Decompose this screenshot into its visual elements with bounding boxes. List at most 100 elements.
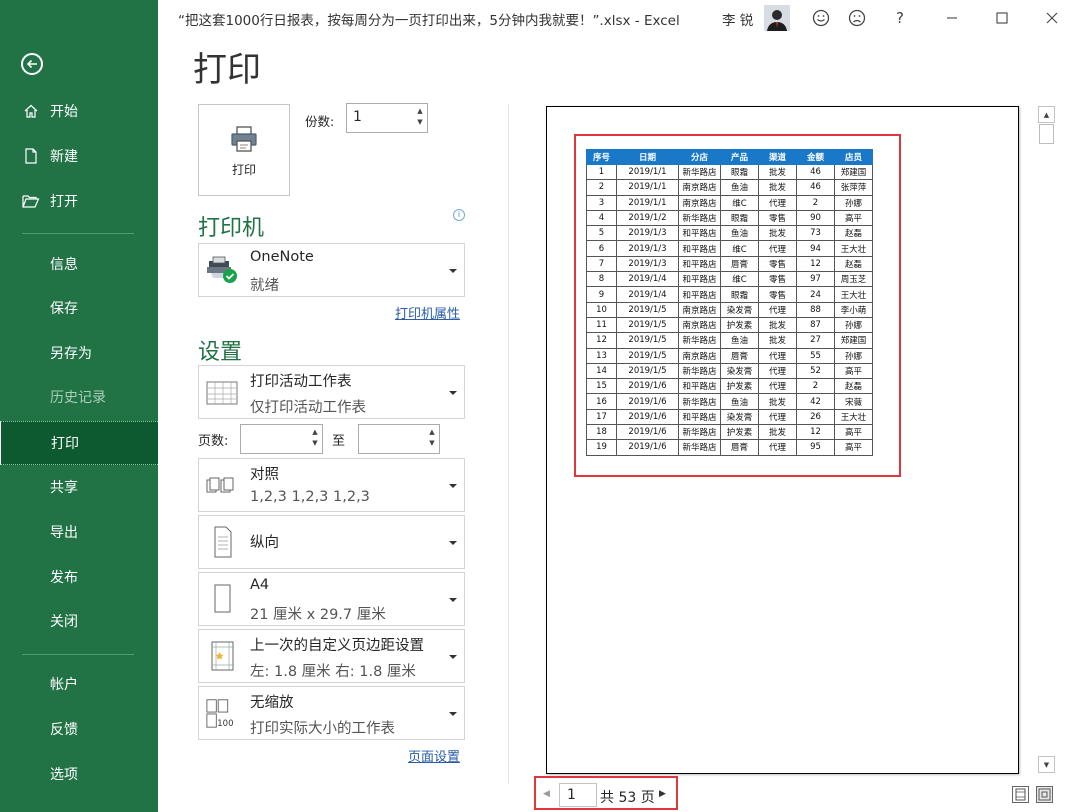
table-cell: 代理 [758,347,797,364]
total-pages-label: 共 53 页 [600,790,655,806]
table-cell: 52 [796,362,835,380]
pages-to-input[interactable]: ▲ ▼ [358,424,440,454]
paper-size-subtitle: 21 厘米 x 29.7 厘米 [250,607,386,623]
table-cell: 2019/1/3 [616,255,679,273]
table-row: 6 2019/1/3 和平路店 维C 代理 94 王大壮 [586,240,873,257]
table-cell: 新华路店 [678,209,721,227]
spinner-arrows-icon[interactable]: ▲ ▼ [311,427,319,449]
help-icon[interactable]: ? [889,7,911,29]
sidebar-item-save[interactable]: 保存 [0,286,158,330]
print-scope-subtitle: 仅打印活动工作表 [250,400,366,416]
sidebar-item-new[interactable]: 新建 [0,134,158,178]
sidebar-item-print[interactable]: 打印 [0,421,158,465]
svg-text:100: 100 [217,719,233,729]
sidebar-item-options[interactable]: 选项 [0,752,158,796]
sidebar-item-open[interactable]: 打开 [0,179,158,223]
sidebar-item-publish[interactable]: 发布 [0,555,158,599]
margins-icon [205,639,239,673]
column-header: 序号 [586,149,617,165]
zoom-to-page-icon[interactable] [1036,786,1053,803]
user-name[interactable]: 李 锐 [722,9,753,29]
table-cell: 和平路店 [678,225,721,242]
table-cell: 2019/1/1 [616,179,679,196]
back-arrow-icon[interactable] [21,53,43,75]
preview-scrollbar[interactable]: ▲ ▼ [1038,104,1057,780]
print-button[interactable]: 打印 [198,104,290,196]
current-page-input[interactable]: 1 [559,783,597,807]
smile-icon[interactable] [810,7,832,29]
table-cell: 高平 [834,209,873,227]
table-cell: 2 [586,179,617,196]
scroll-thumb[interactable] [1039,124,1054,144]
excel-print-backstage: 开始 新建 打开 信息 保存 另存为 历史记录 打印 共享 导出 发布 关闭 帐… [0,0,1080,812]
sidebar-item-label: 历史记录 [50,390,106,406]
table-cell: 2019/1/5 [616,362,679,380]
copies-value: 1 [353,109,362,125]
table-cell: 郑建国 [834,332,873,349]
column-header: 渠道 [758,149,797,165]
column-header: 日期 [616,149,679,165]
preview-table-body: 1 2019/1/1 新华路店 眼霜 批发 46 郑建国 2 2019/1/1 南京路店 鱼油 批发 4… [586,163,873,456]
table-cell: 南京路店 [678,347,721,364]
table-cell: 2019/1/4 [616,271,679,288]
scaling-title: 无缩放 [250,695,294,711]
table-cell: 代理 [758,378,797,395]
sidebar-item-save-as[interactable]: 另存为 [0,331,158,375]
table-cell: 13 [586,347,617,364]
sidebar-item-home[interactable]: 开始 [0,89,158,133]
printer-properties-link[interactable]: 打印机属性 [395,303,460,322]
pages-from-input[interactable]: ▲ ▼ [240,424,323,454]
page-setup-link[interactable]: 页面设置 [408,746,460,765]
printer-dropdown[interactable]: OneNote 就绪 [198,243,465,297]
preview-table: 序号 日期 分店 产品 渠道 金额 店员 1 2019/1/1 新华路店 眼霜 批发 46 郑建国 2 20… [586,149,873,456]
spinner-arrows-icon[interactable]: ▲ ▼ [428,427,436,449]
table-cell: 新华路店 [678,362,721,380]
show-margins-icon[interactable] [1012,786,1029,803]
table-cell: 眼霜 [720,163,759,181]
print-scope-dropdown[interactable]: 打印活动工作表 仅打印活动工作表 [198,365,465,419]
table-cell: 2019/1/3 [616,225,679,242]
copies-spinner[interactable]: 1 ▲ ▼ [346,103,428,133]
next-page-icon[interactable]: ▶ [659,789,666,799]
table-cell: 李小萌 [834,301,873,318]
table-cell: 郑建国 [834,163,873,181]
sidebar-item-share[interactable]: 共享 [0,465,158,509]
settings-heading: 设置 [198,340,243,365]
info-icon[interactable]: i [453,209,465,221]
table-cell: 2019/1/6 [616,439,679,456]
table-cell: 11 [586,316,617,334]
table-cell: 17 [586,408,617,426]
margins-dropdown[interactable]: 上一次的自定义页边距设置 左: 1.8 厘米 右: 1.8 厘米 [198,629,465,683]
table-cell: 94 [796,240,835,257]
avatar[interactable] [764,5,790,31]
table-cell: 26 [796,408,835,426]
minimize-icon[interactable] [941,7,963,29]
table-cell: 2019/1/6 [616,424,679,441]
scaling-dropdown[interactable]: 100 无缩放 打印实际大小的工作表 [198,686,465,740]
table-cell: 维C [720,194,759,211]
sidebar-item-export[interactable]: 导出 [0,510,158,554]
sidebar-item-info[interactable]: 信息 [0,242,158,286]
orientation-dropdown[interactable]: 纵向 [198,515,465,569]
collate-dropdown[interactable]: 对照 1,2,3 1,2,3 1,2,3 [198,458,465,512]
table-row: 19 2019/1/6 新华路店 唇膏 代理 95 高平 [586,439,873,456]
table-cell: 零售 [758,209,797,227]
maximize-icon[interactable] [991,7,1013,29]
printer-name: OneNote [250,249,314,265]
table-cell: 5 [586,225,617,242]
sidebar-item-label: 保存 [50,301,78,317]
table-row: 9 2019/1/4 和平路店 眼霜 零售 24 王大壮 [586,286,873,303]
table-cell: 46 [796,179,835,196]
to-label: 至 [332,434,346,449]
scroll-down-icon[interactable]: ▼ [1038,756,1055,773]
previous-page-icon[interactable]: ◀ [543,789,550,799]
sidebar-item-close[interactable]: 关闭 [0,599,158,643]
frown-icon[interactable] [846,7,868,29]
close-icon[interactable] [1041,7,1063,29]
table-cell: 16 [586,393,617,410]
sidebar-item-account[interactable]: 帐户 [0,662,158,706]
scroll-up-icon[interactable]: ▲ [1038,106,1055,123]
paper-size-dropdown[interactable]: A4 21 厘米 x 29.7 厘米 [198,572,465,626]
sidebar-item-feedback[interactable]: 反馈 [0,707,158,751]
spinner-arrows-icon[interactable]: ▲ ▼ [416,106,424,128]
